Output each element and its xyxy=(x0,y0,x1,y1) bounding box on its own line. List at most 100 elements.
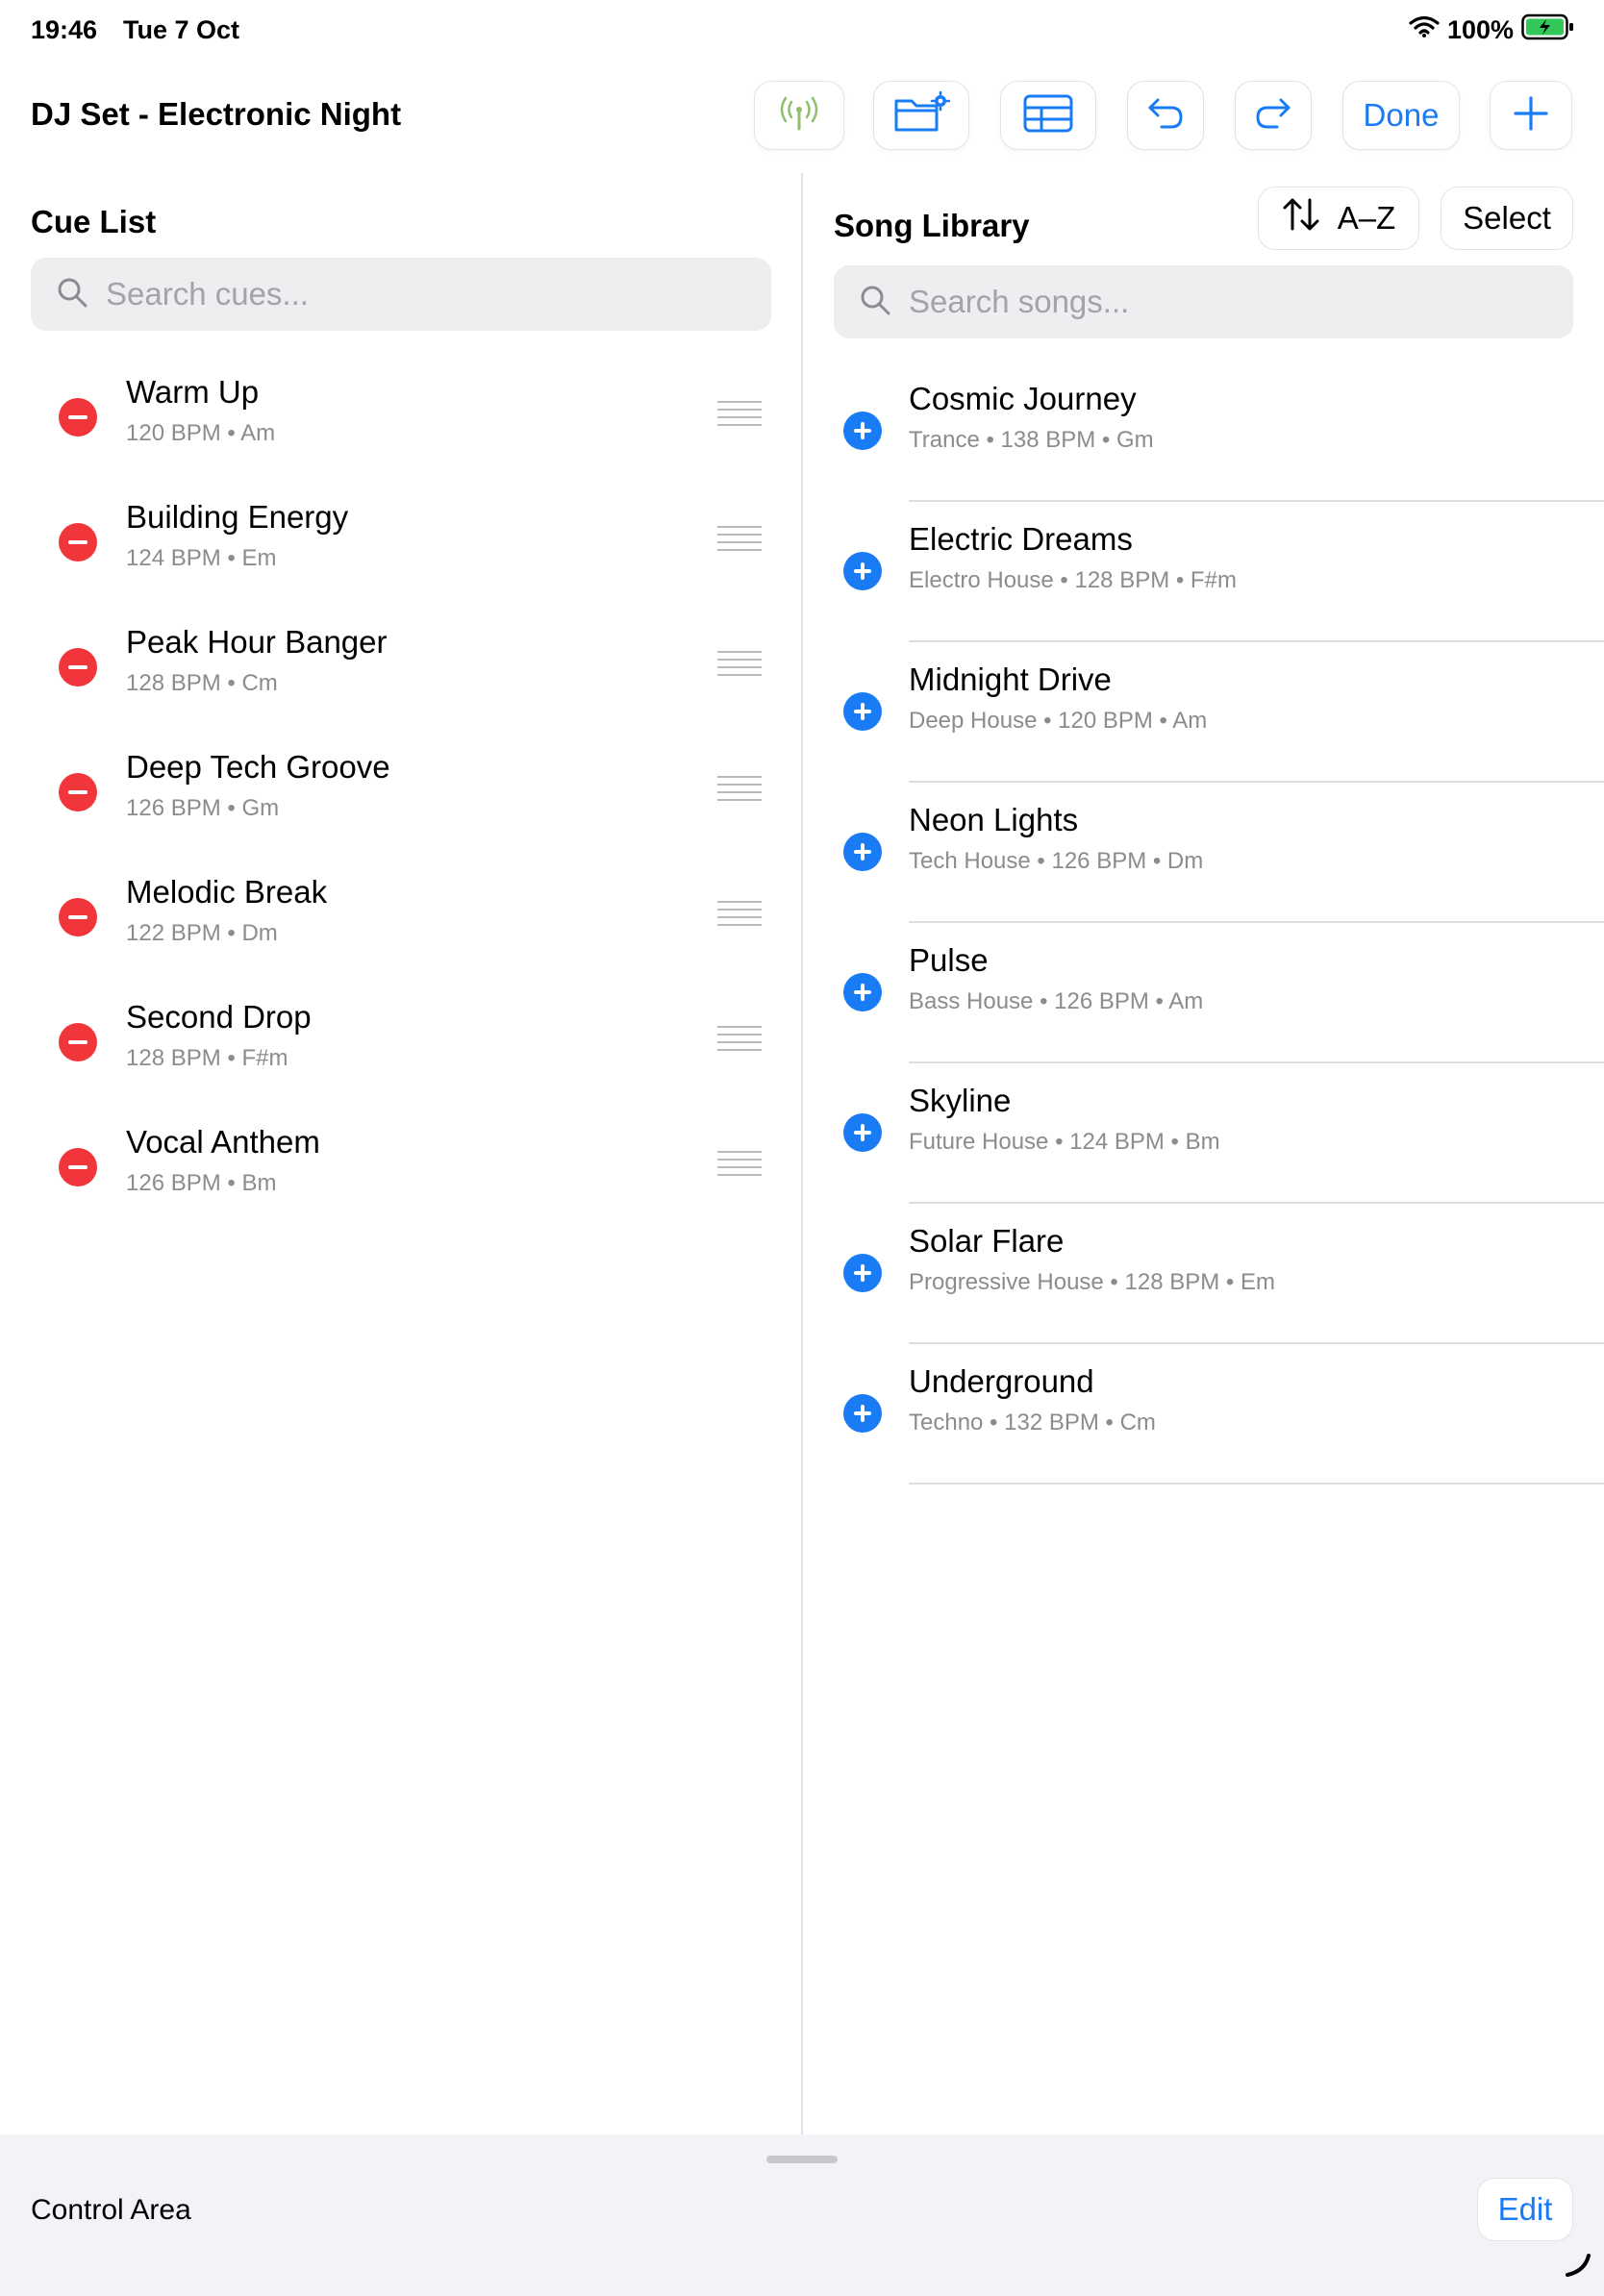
song-meta: Deep House • 120 BPM • Am xyxy=(909,708,1208,734)
cue-row[interactable]: Vocal Anthem 126 BPM • Bm xyxy=(0,1105,801,1230)
drag-handle-icon[interactable] xyxy=(717,1026,762,1051)
song-meta: Electro House • 128 BPM • F#m xyxy=(909,567,1237,593)
cue-name: Peak Hour Banger xyxy=(126,624,388,660)
table-view-button[interactable] xyxy=(1000,81,1096,150)
cue-meta: 126 BPM • Bm xyxy=(126,1170,277,1196)
remove-cue-icon[interactable] xyxy=(59,523,97,562)
song-name: Skyline xyxy=(909,1083,1012,1118)
undo-icon xyxy=(1146,96,1185,136)
cue-row[interactable]: Peak Hour Banger 128 BPM • Cm xyxy=(0,605,801,730)
song-row[interactable]: Neon Lights Tech House • 126 BPM • Dm xyxy=(827,783,1604,923)
add-song-icon[interactable] xyxy=(843,1113,882,1152)
cue-meta: 124 BPM • Em xyxy=(126,545,277,571)
song-meta: Techno • 132 BPM • Cm xyxy=(909,1410,1156,1435)
redo-icon xyxy=(1254,96,1292,136)
song-row[interactable]: Electric Dreams Electro House • 128 BPM •… xyxy=(827,502,1604,642)
remove-cue-icon[interactable] xyxy=(59,773,97,811)
song-row[interactable]: Pulse Bass House • 126 BPM • Am xyxy=(827,923,1604,1063)
redo-button[interactable] xyxy=(1235,81,1312,150)
add-button[interactable] xyxy=(1490,81,1572,150)
resize-corner-icon[interactable] xyxy=(1564,2250,1592,2284)
song-name: Neon Lights xyxy=(909,802,1079,837)
add-song-icon[interactable] xyxy=(843,973,882,1011)
app-screen: 19:46 Tue 7 Oct 100% DJ Set - Electronic… xyxy=(0,0,1604,2296)
song-name: Pulse xyxy=(909,942,989,978)
remove-cue-icon[interactable] xyxy=(59,648,97,686)
folder-settings-button[interactable] xyxy=(873,81,969,150)
song-library-title: Song Library xyxy=(834,208,1030,243)
add-song-icon[interactable] xyxy=(843,692,882,731)
done-button[interactable]: Done xyxy=(1342,81,1460,150)
battery-icon xyxy=(1521,13,1575,47)
remove-cue-icon[interactable] xyxy=(59,398,97,437)
drag-handle-icon[interactable] xyxy=(717,901,762,926)
drag-handle-icon[interactable] xyxy=(717,526,762,551)
song-meta: Future House • 124 BPM • Bm xyxy=(909,1129,1220,1155)
broadcast-button[interactable] xyxy=(754,81,844,150)
drag-handle-icon[interactable] xyxy=(717,1151,762,1176)
add-song-icon[interactable] xyxy=(843,412,882,450)
wifi-icon xyxy=(1409,15,1440,45)
song-row[interactable]: Midnight Drive Deep House • 120 BPM • Am xyxy=(827,642,1604,783)
row-separator xyxy=(909,1483,1604,1485)
cue-row[interactable]: Building Energy 124 BPM • Em xyxy=(0,480,801,605)
song-meta: Bass House • 126 BPM • Am xyxy=(909,988,1204,1014)
page-title: DJ Set - Electronic Night xyxy=(31,96,402,132)
sort-button[interactable]: A–Z xyxy=(1258,187,1419,250)
column-divider xyxy=(801,173,803,2134)
add-song-icon[interactable] xyxy=(843,833,882,871)
song-name: Midnight Drive xyxy=(909,661,1112,697)
cue-search-field[interactable]: Search cues... xyxy=(31,258,771,331)
undo-button[interactable] xyxy=(1127,81,1204,150)
cue-name: Second Drop xyxy=(126,999,312,1035)
cue-list-title: Cue List xyxy=(31,204,157,239)
select-button[interactable]: Select xyxy=(1441,187,1573,250)
drag-handle-icon[interactable] xyxy=(717,651,762,676)
search-icon xyxy=(859,284,891,321)
cue-name: Vocal Anthem xyxy=(126,1124,320,1160)
cue-name: Building Energy xyxy=(126,499,349,535)
song-meta: Tech House • 126 BPM • Dm xyxy=(909,848,1204,874)
cue-row[interactable]: Deep Tech Groove 126 BPM • Gm xyxy=(0,730,801,855)
cue-name: Melodic Break xyxy=(126,874,328,910)
add-song-icon[interactable] xyxy=(843,552,882,590)
cue-meta: 120 BPM • Am xyxy=(126,420,276,446)
song-row[interactable]: Cosmic Journey Trance • 138 BPM • Gm xyxy=(827,362,1604,502)
cue-meta: 128 BPM • Cm xyxy=(126,670,278,696)
control-area: Control Area Edit xyxy=(0,2134,1604,2296)
cue-row[interactable]: Melodic Break 122 BPM • Dm xyxy=(0,855,801,980)
song-row[interactable]: Solar Flare Progressive House • 128 BPM •… xyxy=(827,1204,1604,1344)
broadcast-icon xyxy=(776,94,822,137)
remove-cue-icon[interactable] xyxy=(59,1148,97,1186)
song-meta: Progressive House • 128 BPM • Em xyxy=(909,1269,1275,1295)
cue-name: Warm Up xyxy=(126,374,260,410)
song-name: Underground xyxy=(909,1363,1094,1399)
song-search-field[interactable]: Search songs... xyxy=(834,265,1573,338)
song-row[interactable]: Skyline Future House • 124 BPM • Bm xyxy=(827,1063,1604,1204)
cue-row[interactable]: Warm Up 120 BPM • Am xyxy=(0,355,801,480)
battery-percent: 100% xyxy=(1446,15,1514,44)
cue-row[interactable]: Second Drop 128 BPM • F#m xyxy=(0,980,801,1105)
cue-meta: 126 BPM • Gm xyxy=(126,795,280,821)
cue-search-input[interactable]: Search cues... xyxy=(106,276,309,312)
add-song-icon[interactable] xyxy=(843,1394,882,1433)
folder-settings-icon xyxy=(892,90,951,140)
edit-button[interactable]: Edit xyxy=(1477,2178,1573,2241)
status-time: 19:46 xyxy=(31,15,98,44)
add-song-icon[interactable] xyxy=(843,1254,882,1292)
control-area-label: Control Area xyxy=(31,2194,191,2226)
cue-meta: 128 BPM • F#m xyxy=(126,1045,288,1071)
remove-cue-icon[interactable] xyxy=(59,898,97,936)
table-icon xyxy=(1022,93,1074,138)
song-search-input[interactable]: Search songs... xyxy=(909,284,1129,320)
remove-cue-icon[interactable] xyxy=(59,1023,97,1061)
drag-handle-icon[interactable] xyxy=(717,401,762,426)
song-row[interactable]: Underground Techno • 132 BPM • Cm xyxy=(827,1344,1604,1485)
song-name: Cosmic Journey xyxy=(909,381,1137,416)
song-name: Solar Flare xyxy=(909,1223,1065,1259)
sheet-grabber[interactable] xyxy=(766,2156,838,2163)
drag-handle-icon[interactable] xyxy=(717,776,762,801)
cue-meta: 122 BPM • Dm xyxy=(126,920,278,946)
status-indicators: 100% xyxy=(1409,13,1575,47)
song-name: Electric Dreams xyxy=(909,521,1133,557)
